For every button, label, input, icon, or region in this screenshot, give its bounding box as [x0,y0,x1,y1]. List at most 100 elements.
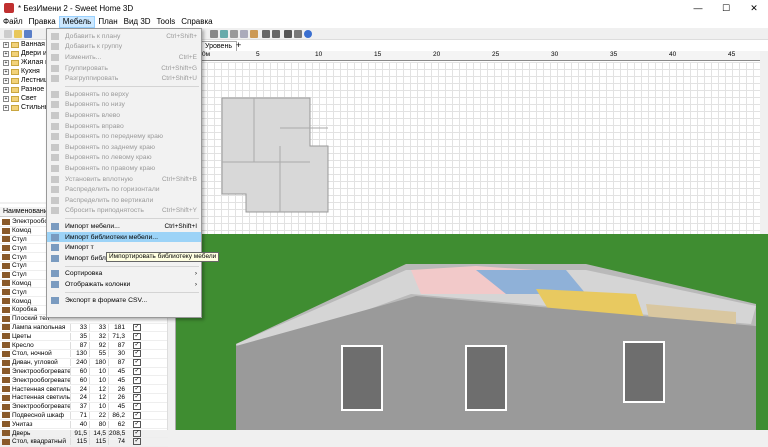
menu-item-icon [51,186,59,194]
menu-item-icon [51,254,59,262]
table-row[interactable]: Электрообогреватель371045 ✓ [0,403,168,412]
menu-item[interactable]: Добавить к плану Ctrl+Shift+ [47,31,201,42]
furniture-width: 24 [70,385,89,393]
new-file-icon[interactable] [4,30,12,38]
video-icon[interactable] [294,30,302,38]
plan-grid[interactable] [200,62,760,234]
visible-checkbox[interactable]: ✓ [133,376,141,384]
select-mode-icon[interactable] [210,30,218,38]
menu-item[interactable]: Выровнять по переднему краю [47,131,201,142]
menu-item[interactable]: Выровнять влево [47,110,201,121]
table-row[interactable]: Дверь 91,5 14,5 208,5 ✓ [0,429,168,438]
menu-item-label: Импорт мебели... [65,222,120,230]
menu-item-label: Разгруппировать [65,75,119,83]
visible-checkbox[interactable]: ✓ [133,350,141,358]
plan-scrollbar[interactable] [760,51,768,234]
menu-tools[interactable]: Tools [154,16,179,28]
menu-item[interactable]: Выровнять по левому краю [47,153,201,164]
zoom-out-icon[interactable] [272,30,280,38]
menu-item[interactable]: Изменить... Ctrl+E [47,52,201,63]
menu-item[interactable]: Распределить по вертикали [47,195,201,206]
visible-checkbox[interactable]: ✓ [133,367,141,375]
menu-plan[interactable]: План [95,16,120,28]
table-row[interactable]: Диван, угловой 240 180 87 ✓ [0,359,168,368]
menu-item[interactable]: Распределить по горизонтали [47,184,201,195]
3d-view[interactable] [176,234,768,430]
visible-checkbox[interactable]: ✓ [133,429,141,437]
table-row[interactable]: Стол, квадратный 115 115 74 ✓ [0,438,168,447]
menu-item[interactable]: Выровнять по низу [47,100,201,111]
menu-item[interactable]: Сортировка › [47,269,201,280]
help-icon[interactable] [304,30,312,38]
furniture-icon [2,438,10,445]
close-button[interactable]: ✕ [740,0,768,16]
visible-checkbox[interactable]: ✓ [133,332,141,340]
create-dimensions-icon[interactable] [250,30,258,38]
menu-item[interactable]: Сбросить приподнятость Ctrl+Shift+Y [47,206,201,217]
plan-view[interactable]: Уровень 1 + 0м 5 10 15 20 25 30 35 40 45 [176,40,768,234]
menu-item[interactable]: Выровнять вправо [47,121,201,132]
visible-checkbox[interactable]: ✓ [133,341,141,349]
table-row[interactable]: Стол, ночной 130 55 30 ✓ [0,350,168,359]
save-icon[interactable] [24,30,32,38]
minimize-button[interactable]: — [684,0,712,16]
ruler-label: 25 [492,51,500,58]
menu-item[interactable]: Выровнять по правому краю [47,163,201,174]
furniture-width: 87 [70,341,89,349]
menu-furniture[interactable]: Мебель [58,16,96,28]
menu-item[interactable]: Разгруппировать Ctrl+Shift+U [47,73,201,84]
add-level-button[interactable]: + [236,40,241,51]
menu-item-label: Добавить к группу [65,43,123,51]
photo-icon[interactable] [284,30,292,38]
visible-checkbox[interactable]: ✓ [133,359,141,367]
menu-item[interactable]: Импорт библиотеки мебели... [47,231,201,243]
furniture-icon [2,368,10,375]
visible-checkbox[interactable]: ✓ [133,411,141,419]
menu-item-shortcut: Ctrl+E [178,53,197,61]
zoom-in-icon[interactable] [262,30,270,38]
table-row[interactable]: Лампа напольная 33 33 181 ✓ [0,323,168,333]
table-row[interactable]: Кресло 87 92 87 ✓ [0,341,168,350]
open-folder-icon[interactable] [14,30,22,38]
table-row[interactable]: Цветы 35 32 71,3 ✓ [0,332,168,342]
menu-file[interactable]: Файл [0,16,26,28]
visible-checkbox[interactable]: ✓ [133,385,141,393]
menu-edit[interactable]: Правка [26,16,59,28]
menu-item[interactable]: Отображать колонки › [47,279,201,290]
visible-checkbox[interactable]: ✓ [133,438,141,446]
menu-item-shortcut: Ctrl+Shift+G [161,64,197,72]
menu-help[interactable]: Справка [178,16,215,28]
table-row[interactable]: Электрообогреватель601045 ✓ [0,376,168,386]
furniture-icon [2,342,10,349]
menu-item[interactable]: Выровнять по заднему краю [47,142,201,153]
menu-item[interactable]: Добавить к группу [47,42,201,53]
menu-3d-view[interactable]: Вид 3D [121,16,154,28]
table-row[interactable]: Настенная светильн вверх241226 ✓ [0,385,168,394]
create-rooms-icon[interactable] [240,30,248,38]
menu-item[interactable]: Экспорт в формате CSV... [47,295,201,306]
table-row[interactable]: Подвесной шкаф 71 22 86,2 ✓ [0,411,168,421]
pan-icon[interactable] [220,30,228,38]
furniture-width: 240 [70,359,89,367]
menu-item[interactable]: Установить вплотную Ctrl+Shift+B [47,174,201,185]
furniture-depth: 10 [89,367,108,375]
table-row[interactable]: Электрообогреватель601045 ✓ [0,367,168,377]
visible-checkbox[interactable]: ✓ [133,323,141,331]
maximize-button[interactable]: ☐ [712,0,740,16]
menu-item[interactable]: Группировать Ctrl+Shift+G [47,63,201,74]
furniture-width: 115 [70,438,89,446]
visible-checkbox[interactable]: ✓ [133,403,141,411]
furniture-depth: 180 [89,359,108,367]
menu-item-icon [51,64,59,72]
table-row[interactable]: Унитаз 40 80 62 ✓ [0,420,168,430]
table-row[interactable]: Настенная светильн вверх241226 ✓ [0,394,168,403]
folder-icon [11,41,19,48]
furniture-name: Электрообогреватель [12,403,70,411]
menu-item[interactable]: Выровнять по верху [47,89,201,100]
visible-checkbox[interactable]: ✓ [133,394,141,402]
furniture-width: 60 [70,376,89,384]
create-walls-icon[interactable] [230,30,238,38]
visible-checkbox[interactable]: ✓ [133,420,141,428]
menu-item[interactable]: Импорт мебели... Ctrl+Shift+I [47,221,201,232]
menu-item-label: Группировать [65,64,108,72]
